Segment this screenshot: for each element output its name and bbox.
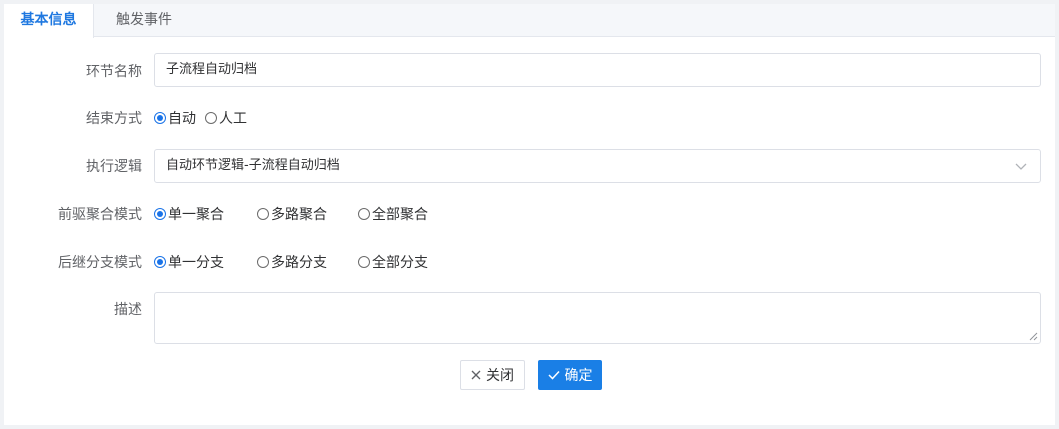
pre-mode-label: 前驱聚合模式	[58, 207, 142, 223]
close-icon	[471, 370, 481, 380]
end-mode-option-manual[interactable]: 人工	[205, 108, 247, 128]
post-mode-option-multi[interactable]: 多路分支	[257, 252, 327, 272]
post-mode-option-label: 单一分支	[168, 255, 224, 271]
radio-checked-icon	[154, 256, 166, 268]
radio-unchecked-icon	[257, 256, 269, 268]
radio-unchecked-icon	[205, 112, 217, 124]
node-config-panel: 基本信息 触发事件 环节名称 子流程自动归档 结束方式 自动 人工 执行逻辑 自…	[4, 4, 1055, 425]
post-mode-option-label: 多路分支	[271, 255, 327, 271]
exec-logic-label: 执行逻辑	[86, 159, 142, 175]
post-mode-option-label: 全部分支	[372, 255, 428, 271]
confirm-button-label: 确定	[564, 368, 593, 384]
radio-checked-icon	[154, 208, 166, 220]
resize-handle-icon[interactable]	[1029, 332, 1038, 341]
close-button-label: 关闭	[486, 368, 514, 384]
close-button[interactable]: 关闭	[460, 360, 525, 390]
post-mode-option-single[interactable]: 单一分支	[154, 252, 224, 272]
radio-unchecked-icon	[257, 208, 269, 220]
radio-unchecked-icon	[358, 208, 370, 220]
description-textarea[interactable]	[154, 292, 1041, 344]
pre-mode-option-label: 多路聚合	[271, 207, 327, 223]
post-mode-option-all[interactable]: 全部分支	[358, 252, 428, 272]
post-mode-label: 后继分支模式	[58, 255, 142, 271]
exec-logic-selected-value: 自动环节逻辑-子流程自动归档	[166, 158, 340, 173]
node-name-label: 环节名称	[86, 64, 142, 80]
pre-mode-option-multi[interactable]: 多路聚合	[257, 204, 327, 224]
end-mode-option-auto[interactable]: 自动	[154, 108, 196, 128]
check-icon	[547, 370, 560, 380]
pre-mode-option-all[interactable]: 全部聚合	[358, 204, 428, 224]
pre-mode-option-label: 全部聚合	[372, 207, 428, 223]
exec-logic-select[interactable]: 自动环节逻辑-子流程自动归档	[154, 149, 1041, 183]
pre-mode-option-single[interactable]: 单一聚合	[154, 204, 224, 224]
tab-basic-info[interactable]: 基本信息	[4, 4, 94, 38]
radio-unchecked-icon	[358, 256, 370, 268]
tab-trigger-events[interactable]: 触发事件	[116, 4, 172, 37]
chevron-down-icon	[1015, 163, 1027, 170]
description-label: 描述	[114, 302, 142, 318]
pre-mode-option-label: 单一聚合	[168, 207, 224, 223]
confirm-button[interactable]: 确定	[538, 360, 602, 390]
end-mode-label: 结束方式	[86, 111, 142, 127]
tab-bar: 基本信息 触发事件	[4, 4, 1055, 38]
node-name-input[interactable]: 子流程自动归档	[154, 53, 1041, 87]
end-mode-option-label: 人工	[219, 111, 247, 127]
radio-checked-icon	[154, 112, 166, 124]
end-mode-option-label: 自动	[168, 111, 196, 127]
